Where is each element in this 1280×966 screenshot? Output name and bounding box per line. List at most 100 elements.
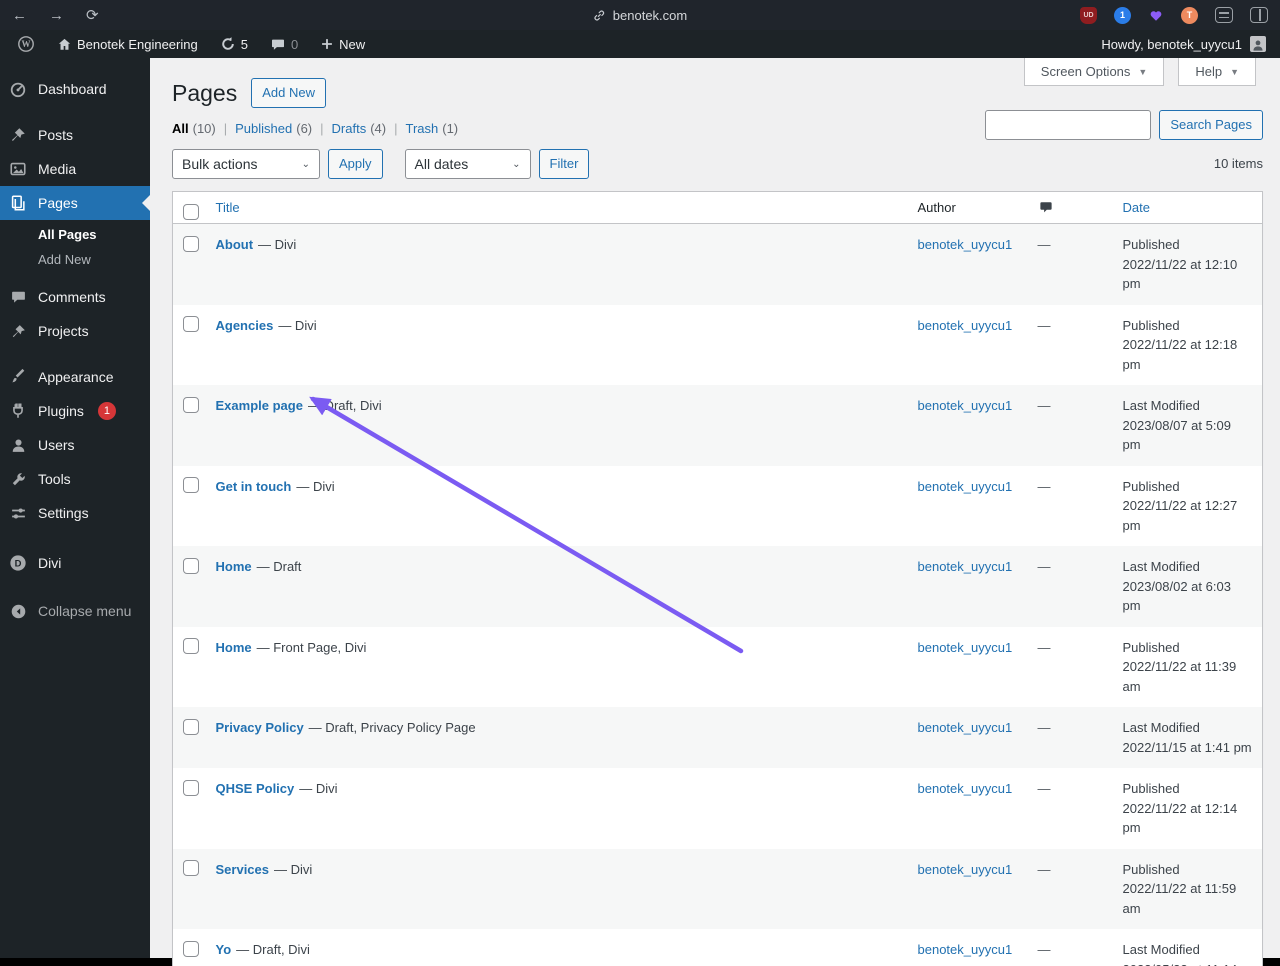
row-checkbox[interactable] xyxy=(183,477,199,494)
view-label[interactable]: Published xyxy=(235,121,292,136)
comments-count: 0 xyxy=(290,36,299,52)
page-title-link[interactable]: Yo xyxy=(216,942,232,957)
dates-filter-value: All dates xyxy=(414,156,469,173)
page-title-link[interactable]: Get in touch xyxy=(216,479,292,494)
apply-button[interactable]: Apply xyxy=(328,149,383,180)
comment-count: — xyxy=(1037,398,1051,414)
table-row: Agencies — Divi benotek_uyycu1 — Publishe… xyxy=(173,305,1263,386)
site-name-menu[interactable]: Benotek Engineering xyxy=(50,30,205,58)
page-title-link[interactable]: About xyxy=(216,237,254,252)
author-link[interactable]: benotek_uyycu1 xyxy=(918,942,1013,957)
author-link[interactable]: benotek_uyycu1 xyxy=(918,640,1013,655)
row-checkbox[interactable] xyxy=(183,638,199,655)
sidebar-item-all-pages[interactable]: All Pages xyxy=(0,222,150,247)
chevron-down-icon: ⌄ xyxy=(512,158,521,170)
date-status: Published xyxy=(1122,781,1180,797)
row-checkbox[interactable] xyxy=(183,940,199,957)
author-link[interactable]: benotek_uyycu1 xyxy=(918,559,1013,574)
row-checkbox[interactable] xyxy=(183,396,199,413)
author-link[interactable]: benotek_uyycu1 xyxy=(918,237,1013,252)
separator: | xyxy=(223,121,228,137)
sidebar-item-pages[interactable]: Pages xyxy=(0,186,150,220)
sidebar-item-appearance[interactable]: Appearance xyxy=(0,360,150,394)
add-new-button[interactable]: Add New xyxy=(251,78,326,109)
sidebar-item-plugins[interactable]: Plugins 1 xyxy=(0,394,150,428)
table-row: Yo — Draft, Divi benotek_uyycu1 — Last Mo… xyxy=(173,929,1263,966)
date-value: 2023/08/07 at 5:09 pm xyxy=(1122,417,1231,453)
author-link[interactable]: benotek_uyycu1 xyxy=(918,398,1013,413)
sidebar-item-tools[interactable]: Tools xyxy=(0,462,150,496)
sidebar-item-media[interactable]: Media xyxy=(0,152,150,186)
page-title-link[interactable]: Example page xyxy=(216,398,303,413)
onepassword-extension-icon[interactable]: 1 xyxy=(1114,6,1131,24)
forward-icon[interactable]: → xyxy=(49,7,64,24)
author-link[interactable]: benotek_uyycu1 xyxy=(918,720,1013,735)
avatar[interactable] xyxy=(1250,36,1266,52)
sidebar-collapse-menu[interactable]: Collapse menu xyxy=(0,594,150,628)
view-label[interactable]: All xyxy=(172,121,189,136)
row-checkbox[interactable] xyxy=(183,235,199,252)
comments-menu[interactable]: 0 xyxy=(263,30,305,58)
howdy-text[interactable]: Howdy, benotek_uyycu1 xyxy=(1101,37,1242,52)
heart-extension-icon[interactable] xyxy=(1148,8,1164,23)
view-filter-drafts[interactable]: Drafts (4) xyxy=(332,121,387,136)
view-filter-all[interactable]: All (10) xyxy=(172,121,216,136)
sidebar-item-settings[interactable]: Settings xyxy=(0,496,150,530)
extensions-icon[interactable] xyxy=(1215,7,1233,23)
comments-icon xyxy=(8,287,28,307)
back-icon[interactable]: ← xyxy=(12,7,27,24)
row-checkbox[interactable] xyxy=(183,779,199,796)
wordpress-logo-icon[interactable]: W xyxy=(10,30,42,58)
screen-options-button[interactable]: Screen Options ▼ xyxy=(1023,58,1165,86)
sidebar-item-divi[interactable]: D Divi xyxy=(0,546,150,580)
filter-button[interactable]: Filter xyxy=(538,149,590,180)
sort-date-column[interactable]: Date xyxy=(1123,200,1150,215)
link-icon xyxy=(593,9,606,22)
page-title-link[interactable]: Home xyxy=(216,640,252,655)
row-checkbox[interactable] xyxy=(183,557,199,574)
row-checkbox[interactable] xyxy=(183,860,199,877)
site-name-label: Benotek Engineering xyxy=(77,36,198,52)
new-menu[interactable]: New xyxy=(313,30,372,58)
page-title-link[interactable]: Services xyxy=(216,862,270,877)
page-title-link[interactable]: Privacy Policy xyxy=(216,720,304,735)
sidebar-toggle-icon[interactable] xyxy=(1250,7,1268,23)
reload-icon[interactable]: ⟳ xyxy=(86,6,99,24)
view-label[interactable]: Trash xyxy=(405,121,438,136)
view-filter-published[interactable]: Published (6) xyxy=(235,121,312,136)
help-button[interactable]: Help ▼ xyxy=(1178,58,1256,86)
sidebar-item-projects[interactable]: Projects xyxy=(0,314,150,348)
bulk-actions-select[interactable]: Bulk actions ⌄ xyxy=(172,149,320,180)
sidebar-item-comments[interactable]: Comments xyxy=(0,280,150,314)
search-input[interactable] xyxy=(985,110,1152,140)
updates-menu[interactable]: 5 xyxy=(213,30,255,58)
comments-column-icon[interactable] xyxy=(1038,200,1103,215)
page-title-link[interactable]: Agencies xyxy=(216,318,274,333)
sidebar-item-label: Users xyxy=(38,437,75,453)
row-checkbox[interactable] xyxy=(183,316,199,333)
page-title-link[interactable]: QHSE Policy xyxy=(216,781,295,796)
sort-title-column[interactable]: Title xyxy=(216,200,240,215)
t-extension-icon[interactable]: T xyxy=(1181,6,1198,24)
dates-filter-select[interactable]: All dates ⌄ xyxy=(404,149,531,180)
row-checkbox[interactable] xyxy=(183,718,199,735)
adblock-extension-icon[interactable]: UD xyxy=(1080,6,1097,24)
author-link[interactable]: benotek_uyycu1 xyxy=(918,862,1013,877)
sidebar-item-add-new[interactable]: Add New xyxy=(0,247,150,272)
author-link[interactable]: benotek_uyycu1 xyxy=(918,318,1013,333)
sidebar-item-dashboard[interactable]: Dashboard xyxy=(0,72,150,106)
view-label[interactable]: Drafts xyxy=(332,121,367,136)
select-all-checkbox[interactable] xyxy=(183,204,199,221)
page-title-link[interactable]: Home xyxy=(216,559,252,574)
comment-count: — xyxy=(1037,639,1051,655)
author-link[interactable]: benotek_uyycu1 xyxy=(918,781,1013,796)
table-row: About — Divi benotek_uyycu1 — Published 20… xyxy=(172,223,1263,305)
date-status: Last Modified xyxy=(1122,720,1200,736)
search-pages-button[interactable]: Search Pages xyxy=(1159,110,1263,140)
sidebar-item-posts[interactable]: Posts xyxy=(0,118,150,152)
sidebar-item-users[interactable]: Users xyxy=(0,428,150,462)
projects-icon xyxy=(8,321,28,341)
address-bar[interactable]: benotek.com xyxy=(593,0,687,30)
author-link[interactable]: benotek_uyycu1 xyxy=(918,479,1013,494)
view-filter-trash[interactable]: Trash (1) xyxy=(405,121,458,136)
